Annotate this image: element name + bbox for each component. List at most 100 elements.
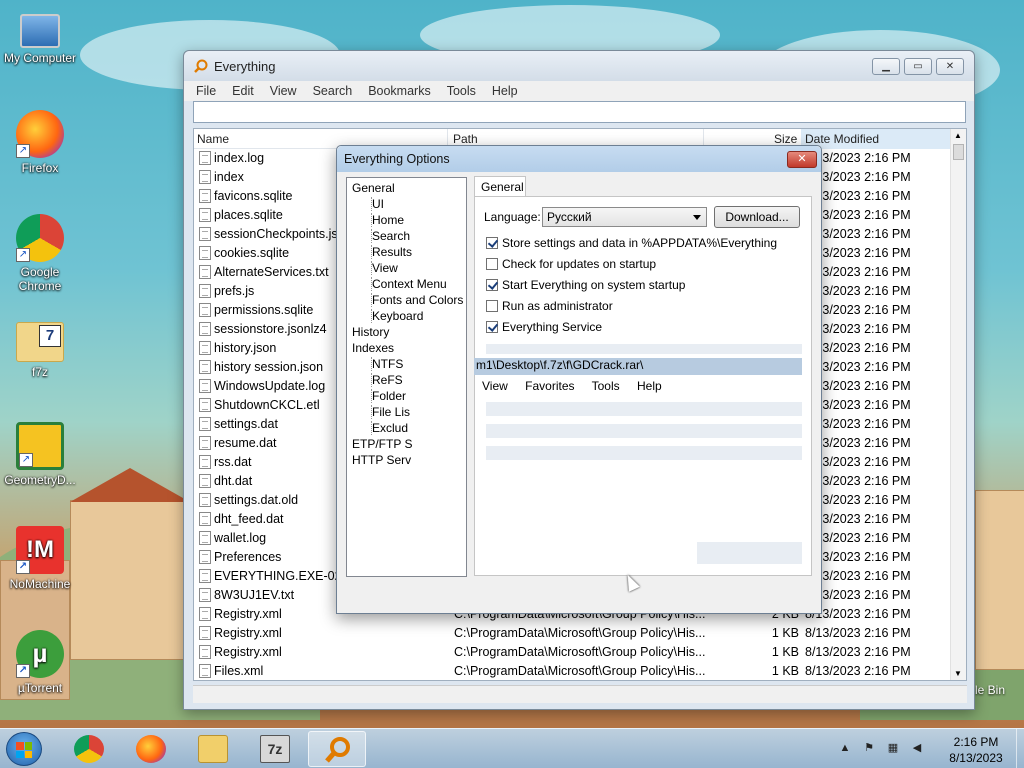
file-icon xyxy=(199,265,211,279)
tray-expand-icon[interactable]: ▲ xyxy=(838,741,852,755)
tree-item[interactable]: NTFS xyxy=(371,357,403,371)
menu-tools[interactable]: Tools xyxy=(447,84,476,98)
tab-general[interactable]: General xyxy=(474,176,526,197)
checkbox-box[interactable] xyxy=(486,300,498,312)
clock[interactable]: 2:16 PM 8/13/2023 xyxy=(936,734,1016,766)
artifact-menu-item: Help xyxy=(636,379,662,393)
checkbox-box[interactable] xyxy=(486,321,498,333)
file-icon xyxy=(199,455,211,469)
row-name: WindowsUpdate.log xyxy=(214,379,326,393)
tree-item[interactable]: Exclud xyxy=(371,421,408,435)
file-icon xyxy=(199,151,211,165)
menu-file[interactable]: File xyxy=(196,84,216,98)
scroll-thumb[interactable] xyxy=(953,144,964,160)
row-name: Registry.xml xyxy=(214,626,282,640)
tree-item[interactable]: UI xyxy=(371,197,384,211)
tree-item[interactable]: Search xyxy=(371,229,410,243)
checkbox-store-appdata[interactable]: Store settings and data in %APPDATA%\Eve… xyxy=(486,236,777,250)
desktop-icon-geometry-dash[interactable]: ↗ GeometryD... xyxy=(0,422,80,487)
tree-item[interactable]: General xyxy=(352,181,395,195)
render-artifact xyxy=(697,542,802,564)
desktop-icon-f7z[interactable]: 7 f7z xyxy=(0,318,80,379)
tree-item[interactable]: ETP/FTP S xyxy=(352,437,412,451)
menu-bookmarks[interactable]: Bookmarks xyxy=(368,84,431,98)
language-value: Русский xyxy=(547,210,592,224)
taskbar-explorer[interactable] xyxy=(184,731,242,767)
language-select[interactable]: Русский xyxy=(542,207,707,227)
column-date-modified[interactable]: Date Modified xyxy=(805,132,879,146)
search-input[interactable] xyxy=(193,101,966,123)
table-row[interactable]: Files.xml C:\ProgramData\Microsoft\Group … xyxy=(194,662,966,680)
menu-help[interactable]: Help xyxy=(492,84,518,98)
desktop-icon-utorrent[interactable]: µ ↗ µTorrent xyxy=(0,630,80,695)
menu-search[interactable]: Search xyxy=(313,84,353,98)
file-icon xyxy=(199,531,211,545)
checkbox-everything-service[interactable]: Everything Service xyxy=(486,320,602,334)
row-name: settings.dat xyxy=(214,417,278,431)
checkbox-start-on-startup[interactable]: Start Everything on system startup xyxy=(486,278,685,292)
vertical-scrollbar[interactable]: ▲ ▼ xyxy=(950,129,966,680)
dialog-titlebar[interactable]: Everything Options ✕ xyxy=(337,146,821,172)
maximize-button[interactable]: ▭ xyxy=(904,57,932,75)
volume-icon[interactable]: ◀ xyxy=(910,741,924,755)
tree-item[interactable]: Indexes xyxy=(352,341,394,355)
download-button[interactable]: Download... xyxy=(714,206,800,228)
options-dialog[interactable]: Everything Options ✕ General UI Home Search… xyxy=(336,145,822,614)
tree-item[interactable]: HTTP Serv xyxy=(352,453,411,467)
column-name[interactable]: Name xyxy=(197,132,229,146)
window-titlebar[interactable]: Everything ▁ ▭ ✕ xyxy=(184,51,974,81)
taskbar-chrome[interactable] xyxy=(60,731,118,767)
scroll-up-icon[interactable]: ▲ xyxy=(954,131,962,140)
start-button[interactable] xyxy=(6,732,42,766)
file-icon xyxy=(199,246,211,260)
chevron-down-icon xyxy=(693,215,701,220)
checkbox-run-as-admin[interactable]: Run as administrator xyxy=(486,299,613,313)
taskbar-everything[interactable] xyxy=(308,731,366,767)
column-path[interactable]: Path xyxy=(453,132,478,146)
taskbar-7zip[interactable]: 7z xyxy=(246,731,304,767)
tree-item[interactable]: ReFS xyxy=(371,373,403,387)
tree-item[interactable]: Fonts and Colors xyxy=(371,293,463,307)
minimize-button[interactable]: ▁ xyxy=(872,57,900,75)
render-artifact xyxy=(486,344,802,354)
desktop-icon-recycle-bin-label[interactable]: le Bin xyxy=(975,683,1005,697)
dialog-close-button[interactable]: ✕ xyxy=(787,150,817,168)
show-desktop-button[interactable] xyxy=(1016,729,1024,768)
checkbox-box[interactable] xyxy=(486,258,498,270)
table-row[interactable]: Registry.xml C:\ProgramData\Microsoft\Gro… xyxy=(194,643,966,662)
column-size[interactable]: Size xyxy=(774,132,797,146)
tree-item[interactable]: History xyxy=(352,325,389,339)
desktop-icon-chrome[interactable]: ↗ Google Chrome xyxy=(0,214,80,293)
desktop-icon-firefox[interactable]: ↗ Firefox xyxy=(0,110,80,175)
row-name: settings.dat.old xyxy=(214,493,299,507)
table-row[interactable]: Registry.xml C:\ProgramData\Microsoft\Gro… xyxy=(194,624,966,643)
tree-item[interactable]: Context Menu xyxy=(371,277,447,291)
network-icon[interactable]: ▦ xyxy=(886,741,900,755)
taskbar-firefox[interactable] xyxy=(122,731,180,767)
row-name: history.json xyxy=(214,341,277,355)
action-center-icon[interactable]: ⚑ xyxy=(862,741,876,755)
clock-date: 8/13/2023 xyxy=(949,751,1003,765)
checkbox-box[interactable] xyxy=(486,279,498,291)
tree-item[interactable]: Folder xyxy=(371,389,406,403)
desktop-icon-my-computer[interactable]: My Computer xyxy=(0,10,80,65)
close-button[interactable]: ✕ xyxy=(936,57,964,75)
menu-edit[interactable]: Edit xyxy=(232,84,254,98)
tree-item[interactable]: Keyboard xyxy=(371,309,423,323)
tree-item[interactable]: File Lis xyxy=(371,405,410,419)
row-name: index xyxy=(214,170,244,184)
menu-view[interactable]: View xyxy=(270,84,297,98)
row-date: 8/13/2023 2:16 PM xyxy=(805,626,911,640)
row-name: Registry.xml xyxy=(214,645,282,659)
tree-item[interactable]: View xyxy=(371,261,398,275)
tree-item[interactable]: Home xyxy=(371,213,404,227)
scroll-down-icon[interactable]: ▼ xyxy=(954,669,962,678)
options-tree[interactable]: General UI Home Search Results View Context Me… xyxy=(346,177,467,577)
checkbox-box[interactable] xyxy=(486,237,498,249)
desktop-icon-nomachine[interactable]: !M ↗ NoMachine xyxy=(0,526,80,591)
geometry-dash-icon: ↗ xyxy=(16,422,64,470)
row-path: C:\ProgramData\Microsoft\Group Policy\Hi… xyxy=(454,645,706,659)
row-name: Files.xml xyxy=(214,664,264,678)
checkbox-check-updates[interactable]: Check for updates on startup xyxy=(486,257,656,271)
tree-item[interactable]: Results xyxy=(371,245,412,259)
